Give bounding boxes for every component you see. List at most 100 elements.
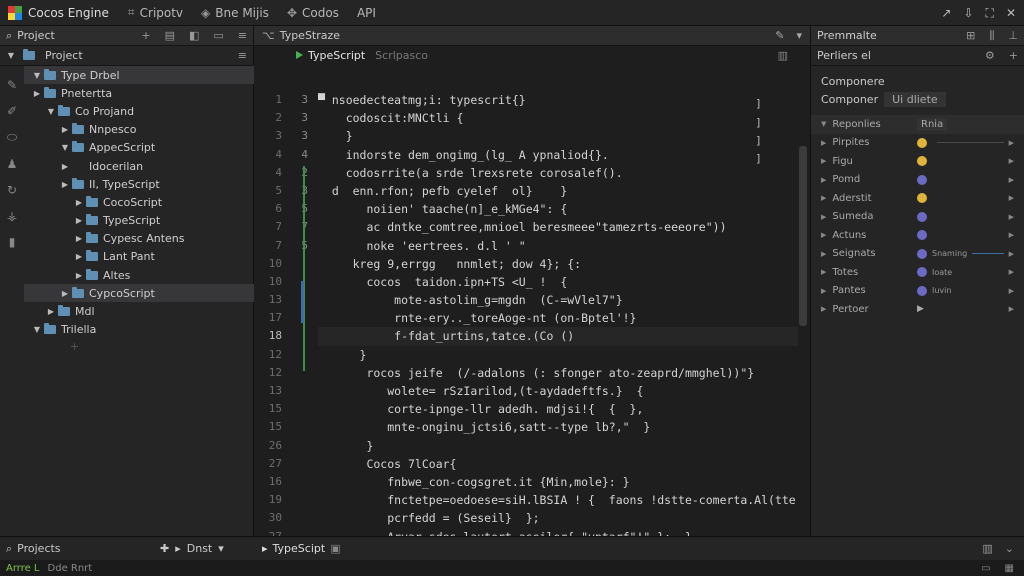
menu-item-api[interactable]: API	[348, 6, 385, 20]
chevron-right-icon[interactable]: ▶	[74, 198, 84, 207]
chevron-right-icon[interactable]: ▶	[60, 289, 70, 298]
property-row[interactable]: ▶ Pomd ▶	[811, 171, 1024, 190]
settings-icon[interactable]: ⚙	[985, 49, 995, 62]
bookmark-icon[interactable]: ▮	[9, 235, 16, 249]
tab-editor-bottom[interactable]: ▸ TypeScipt ▣	[254, 542, 341, 555]
trash-icon[interactable]: ▥	[982, 542, 992, 555]
code-line[interactable]: fnbwe_con-cogsgret.it {Min,mole}: }	[318, 473, 798, 491]
property-row[interactable]: ▶ Pertoer ▶ ▶	[811, 300, 1024, 319]
code-line[interactable]: codosrrite(a srde lrexsrete corosalef().	[318, 164, 798, 182]
code-line[interactable]: rocos jeife (/-adalons (: sfonger ato-ze…	[318, 364, 798, 382]
chevron-right-icon[interactable]: ▶	[1009, 194, 1014, 202]
editor-scrollbar[interactable]	[799, 146, 807, 326]
chevron-right-icon[interactable]: ▶	[74, 271, 84, 280]
chevron-down-icon[interactable]: ▼	[60, 143, 70, 152]
scene-icon[interactable]: ⬭	[7, 130, 17, 145]
code-line[interactable]: fnctetpe=oedoese=siH.lBSIA ! { faons !ds…	[318, 491, 798, 509]
property-row[interactable]: ▶ Figu ▶	[811, 152, 1024, 171]
chevron-right-icon[interactable]: ▶	[1009, 268, 1014, 276]
refresh-icon[interactable]: ↻	[7, 183, 17, 197]
tree-icon[interactable]: ⚶	[7, 209, 17, 223]
tab-typescript[interactable]: TypeScript	[296, 49, 365, 62]
maximize-icon[interactable]: ⛶	[986, 6, 994, 21]
code-line[interactable]: corte-ipnge-llr adedh. mdjsi!{ { },	[318, 400, 798, 418]
chevron-right-icon[interactable]: ▶	[74, 216, 84, 225]
chevron-right-icon[interactable]: ▶	[60, 125, 70, 134]
code-line[interactable]: pcrfedd = (Seseil} };	[318, 509, 798, 527]
code-line[interactable]: mote-astolim_g=mgdn (C-=wVlel7"}	[318, 291, 798, 309]
box-icon[interactable]: ◧	[189, 29, 199, 42]
chart-icon[interactable]: ▥	[778, 49, 788, 62]
code-line[interactable]: wolete= rSzIarilod,(t-aydadeftfs.} {	[318, 382, 798, 400]
expand-icon[interactable]: ↗	[941, 6, 951, 20]
chevron-down-icon[interactable]: ▼	[46, 107, 56, 116]
property-row[interactable]: ▶ Sumeda ▶	[811, 208, 1024, 227]
property-row[interactable]: ▶ Actuns ▶	[811, 226, 1024, 245]
tab-projects[interactable]: ⌕ Projects	[0, 542, 160, 556]
code-line[interactable]: kreg 9,errgg nnmlet; dow 4}; {:	[318, 255, 798, 273]
tree-item[interactable]: ▶ CypcoScript	[24, 284, 254, 303]
tree-item[interactable]: ▶ TypeScript	[24, 212, 254, 230]
chevron-right-icon[interactable]: ▶	[74, 234, 84, 243]
component-row[interactable]: Componer Ui dliete	[811, 91, 1024, 110]
chevron-right-icon[interactable]: ▶	[1009, 213, 1014, 221]
pencil-icon[interactable]: ✐	[7, 104, 17, 118]
tree-item[interactable]: ▶ Nnpesco	[24, 121, 254, 139]
chevron-down-icon[interactable]: ▼	[6, 51, 16, 60]
download-icon[interactable]: ⇩	[963, 6, 973, 20]
file-icon[interactable]: ▤	[165, 29, 175, 42]
property-row[interactable]: ▶ Pantes Iuvin ▶	[811, 282, 1024, 301]
code-line[interactable]: indorste dem_ongimg_(lg_ A ypnaliod{}.	[318, 146, 798, 164]
code-line[interactable]: }	[318, 127, 798, 145]
code-line[interactable]: noiien' taache(n]_e_kMGe4": {	[318, 200, 798, 218]
tree-item[interactable]: ▶ Mdl	[24, 302, 254, 320]
tab-dnst[interactable]: ✚ ▸ Dnst ▾	[160, 542, 254, 555]
add-icon[interactable]: +	[1009, 49, 1018, 62]
code-line[interactable]: ▀ nsoedecteatmg;i: typescrit{}	[318, 91, 798, 109]
property-row[interactable]: ▶ Pirpites ▶	[811, 134, 1024, 153]
section-reponlies[interactable]: ▼ Reponlies Rnia	[811, 115, 1024, 134]
tree-item[interactable]: ▶ Idocerilan	[24, 157, 254, 175]
code-line[interactable]: mnte-onginu_jctsi6,satt--type lb?," }	[318, 418, 798, 436]
property-row[interactable]: ▶ Aderstit ▶	[811, 189, 1024, 208]
code-line[interactable]: }	[318, 346, 798, 364]
chevron-down-icon[interactable]: ▾	[796, 29, 802, 42]
code-line[interactable]: ac dntke_comtree,mnioel beresmeee"tamezr…	[318, 218, 798, 236]
chevron-right-icon[interactable]: ▶	[1009, 157, 1014, 165]
tree-item[interactable]: ▶ CocoScript	[24, 193, 254, 211]
chevron-right-icon[interactable]: ▶	[1009, 231, 1014, 239]
chevron-right-icon[interactable]: ▶	[60, 180, 70, 189]
tree-item[interactable]: ▶ Cypesc Antens	[24, 230, 254, 248]
component-value[interactable]: Ui dliete	[884, 92, 946, 108]
chevron-right-icon[interactable]: ▶	[1009, 176, 1014, 184]
tree-icon[interactable]: ⊥	[1008, 29, 1018, 43]
chevron-right-icon[interactable]: ▶	[46, 307, 56, 316]
code-line[interactable]: codoscit:MNCtli {	[318, 109, 798, 127]
tree-icon[interactable]: ⫼	[989, 29, 994, 43]
hamburger-icon[interactable]: ≡	[238, 49, 247, 62]
edit-icon[interactable]: ✎	[775, 29, 784, 42]
menu-icon[interactable]: ≡	[238, 29, 247, 42]
grid-icon[interactable]: ⊞	[966, 29, 975, 43]
code-line[interactable]: d enn.rfon; pefb cyelef ol} }	[318, 182, 798, 200]
add-icon[interactable]: +	[141, 29, 150, 42]
user-icon[interactable]: ♟	[7, 157, 18, 171]
menu-item-codos[interactable]: ✥ Codos	[278, 6, 348, 20]
property-row[interactable]: ▶ Seignats Snaming ▶	[811, 245, 1024, 264]
code-line[interactable]: noke 'eertrees. d.l ' "	[318, 237, 798, 255]
chevron-right-icon[interactable]: ▶	[1009, 305, 1014, 313]
chevron-right-icon[interactable]: ▶	[1009, 139, 1014, 147]
tree-item[interactable]: ▶ Altes	[24, 266, 254, 284]
chevron-right-icon[interactable]: ▶	[1009, 250, 1014, 258]
tree-item[interactable]: ▼ Co Projand	[24, 102, 254, 120]
code-area[interactable]: ▀ nsoedecteatmg;i: typescrit{} codoscit:…	[318, 91, 798, 576]
chevron-down-icon[interactable]: ▼	[32, 325, 42, 334]
tree-item[interactable]: ▼ Trilella	[24, 321, 254, 339]
tab-scrlpasco[interactable]: Scrlpasco	[375, 49, 428, 62]
tree-item[interactable]: ▶ Pnetertta	[24, 84, 254, 102]
chevron-right-icon[interactable]: ▶	[60, 162, 70, 171]
tree-item[interactable]: ▶ II, TypeScript	[24, 175, 254, 193]
chevron-right-icon[interactable]: ▶	[32, 89, 42, 98]
menu-item-bne-mijis[interactable]: ◈ Bne Mijis	[192, 6, 278, 20]
code-line[interactable]: cocos taidon.ipn+TS <U_ ! {	[318, 273, 798, 291]
